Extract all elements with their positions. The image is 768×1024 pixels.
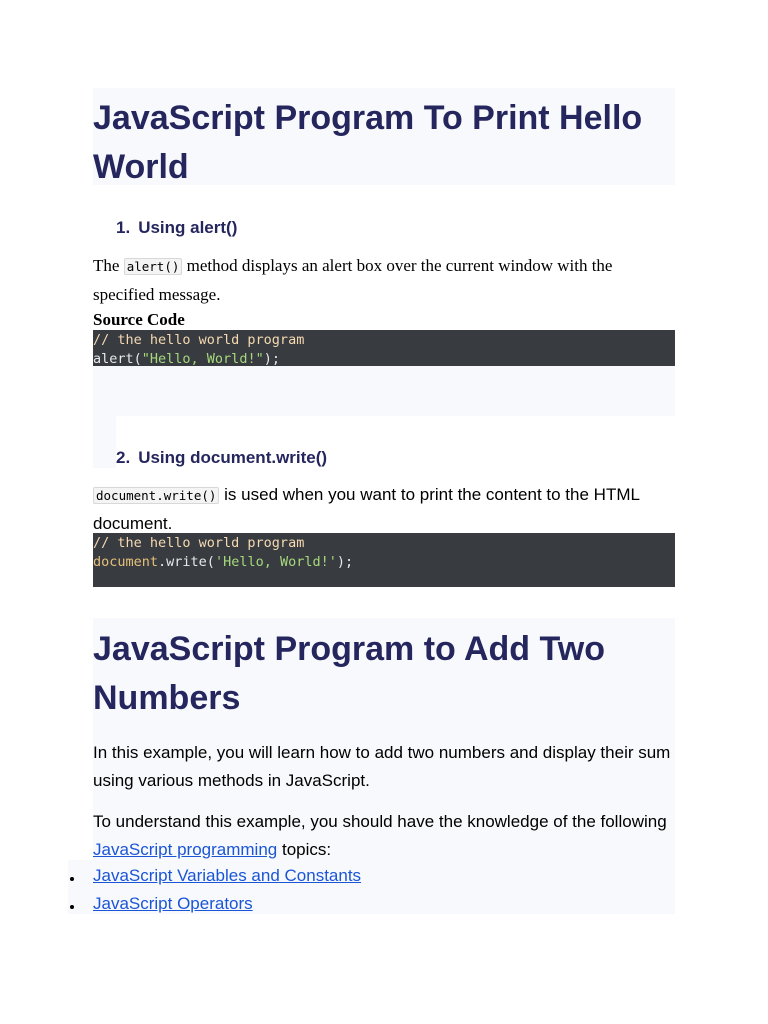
code-end: );	[263, 350, 280, 367]
method-1-number: 1.	[116, 218, 131, 237]
method-2-description: document.write() is used when you want t…	[93, 481, 683, 538]
topic-link-operators[interactable]: JavaScript Operators	[93, 890, 253, 918]
code-object: document	[93, 553, 159, 570]
prerequisites-text: To understand this example, you should h…	[93, 808, 673, 864]
method-2-number: 2.	[116, 448, 131, 467]
method-2-label: Using document.write()	[138, 448, 328, 467]
bullet-icon	[70, 905, 74, 909]
method-2-heading: 2. Using document.write()	[116, 446, 327, 470]
prereq-after: topics:	[281, 840, 332, 859]
code-function: alert(	[93, 350, 142, 367]
code-string-2: 'Hello, World!'	[214, 553, 337, 570]
section-2-intro: In this example, you will learn how to a…	[93, 743, 671, 790]
method-1-label: Using alert()	[138, 218, 238, 237]
javascript-programming-link[interactable]: JavaScript programming	[93, 840, 277, 859]
code-end-2: );	[336, 553, 354, 570]
method-1-heading: 1. Using alert()	[116, 216, 237, 240]
page-title: JavaScript Program To Print Hello World	[93, 99, 643, 186]
section-2-title: JavaScript Program to Add Two Numbers	[93, 630, 605, 717]
code-block-document-write: // the hello world program document.writ…	[93, 533, 675, 587]
spacer-panel-left	[93, 416, 116, 468]
code-comment-2: // the hello world program	[93, 535, 305, 551]
code-function-2: .write(	[158, 553, 215, 570]
spacer-panel	[93, 366, 675, 416]
topic-link-variables[interactable]: JavaScript Variables and Constants	[93, 862, 361, 890]
code-comment: // the hello world program	[93, 332, 305, 348]
alert-code-inline: alert()	[123, 258, 183, 275]
code-string: "Hello, World!"	[141, 350, 264, 367]
code-block-alert: // the hello world program alert("Hello,…	[93, 330, 675, 367]
method-1-description: The alert() method displays an alert box…	[93, 252, 673, 309]
prereq-before: To understand this example, you should h…	[93, 812, 667, 831]
document-write-code-inline: document.write()	[93, 487, 220, 504]
desc-before: The	[93, 256, 120, 275]
bullet-icon	[70, 877, 74, 881]
